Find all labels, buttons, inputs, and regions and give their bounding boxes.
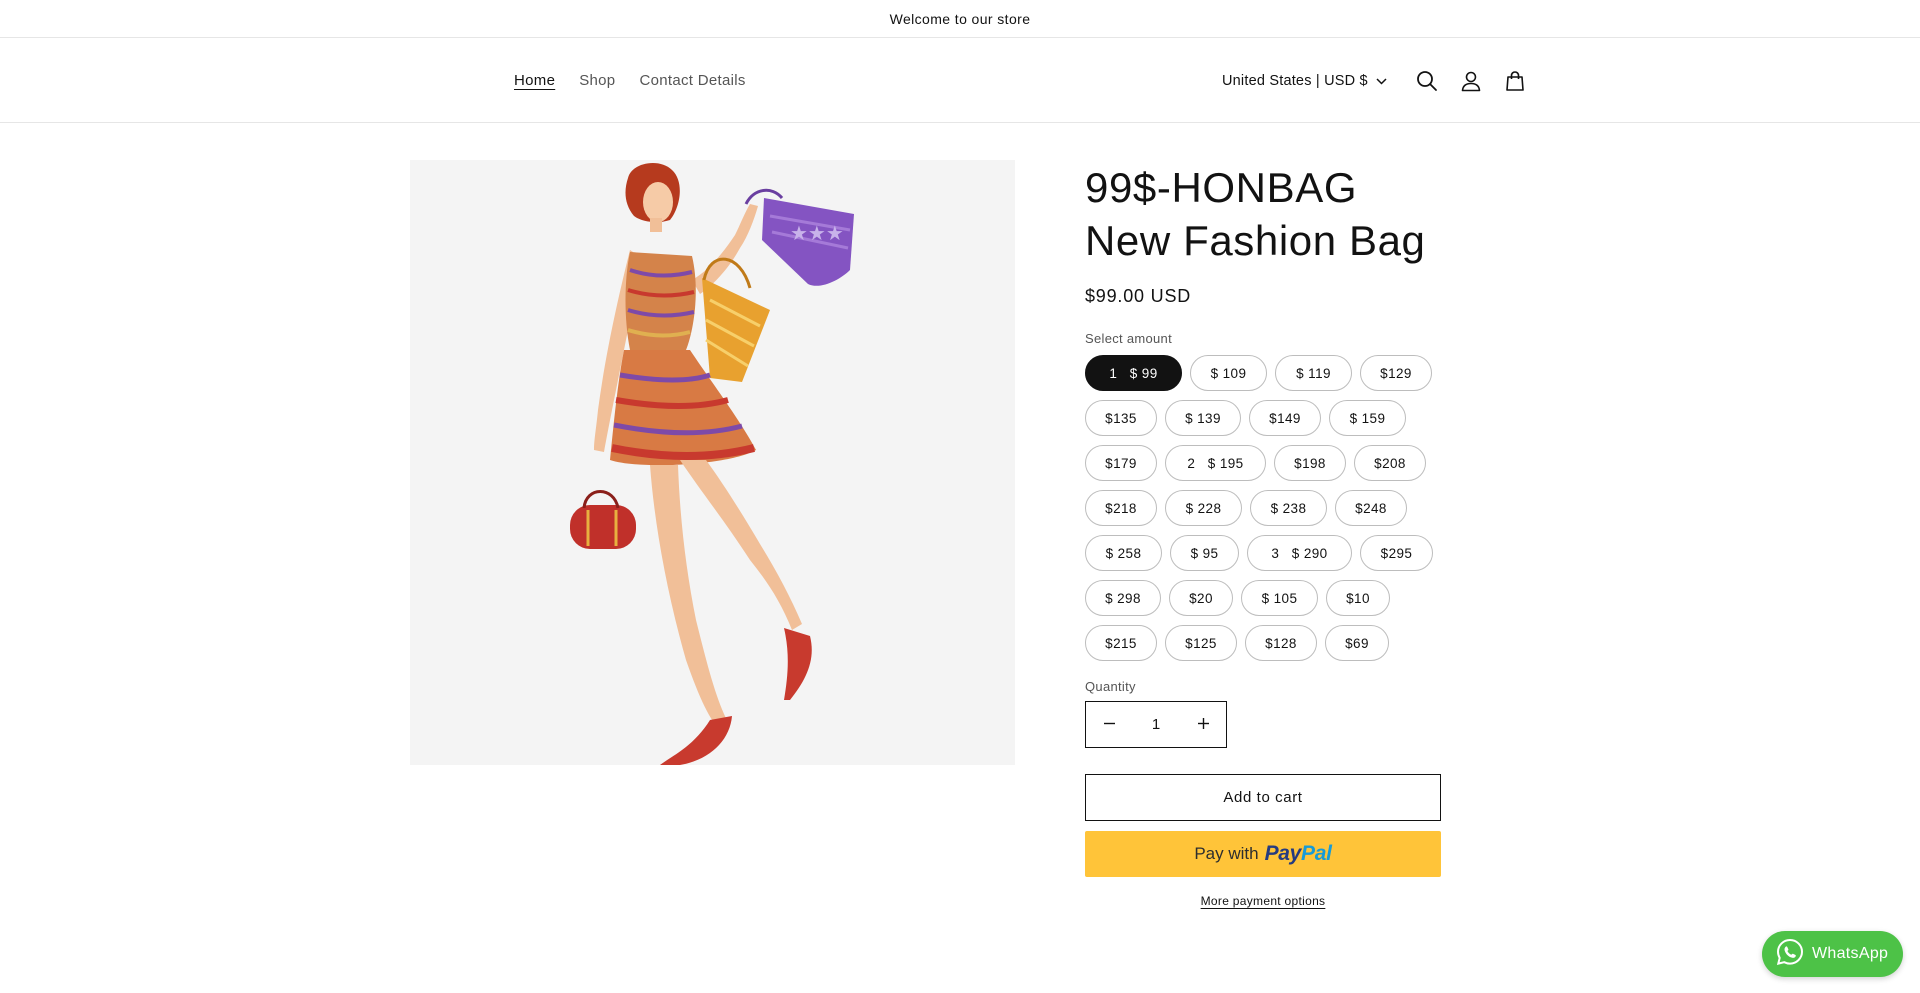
- amount-option[interactable]: $ 105: [1241, 580, 1318, 616]
- amount-option[interactable]: $20: [1169, 580, 1233, 616]
- nav-item-contact-details[interactable]: Contact Details: [639, 72, 745, 89]
- site-header: Home Shop Contact Details United States …: [0, 38, 1920, 123]
- whatsapp-button[interactable]: WhatsApp: [1762, 931, 1903, 977]
- amount-option[interactable]: $ 119: [1275, 355, 1352, 391]
- minus-icon: [1103, 716, 1115, 734]
- product-price: $99.00 USD: [1085, 286, 1192, 306]
- amount-option[interactable]: 2 $ 195: [1165, 445, 1266, 481]
- add-to-cart-button[interactable]: Add to cart: [1085, 774, 1441, 821]
- fashion-woman-with-bags-illustration: ★★★: [570, 163, 854, 765]
- paypal-prefix: Pay with: [1194, 844, 1259, 863]
- quantity-label: Quantity: [1085, 679, 1136, 694]
- amount-option[interactable]: $129: [1360, 355, 1432, 391]
- nav-item-home[interactable]: Home: [514, 72, 555, 89]
- amount-option[interactable]: $218: [1085, 490, 1157, 526]
- amount-option[interactable]: $208: [1354, 445, 1426, 481]
- amount-options: 1 $ 99 $ 109 $ 119 $129 $135 $ 139 $149 …: [1085, 355, 1455, 661]
- product-image[interactable]: ★★★: [410, 160, 1015, 765]
- amount-option[interactable]: $135: [1085, 400, 1157, 436]
- main-nav: Home Shop Contact Details: [514, 38, 746, 123]
- locale-selector[interactable]: United States | USD $: [1222, 73, 1387, 89]
- locale-label: United States | USD $: [1222, 72, 1368, 89]
- account-icon[interactable]: [1449, 59, 1493, 103]
- amount-option[interactable]: $69: [1325, 625, 1389, 661]
- paypal-button[interactable]: Pay with PayPal: [1085, 831, 1441, 877]
- quantity-increase-button[interactable]: [1180, 702, 1226, 747]
- product-info: 99$-HONBAG New Fashion Bag $99.00 USD Se…: [1085, 160, 1441, 908]
- amount-option[interactable]: $ 159: [1329, 400, 1406, 436]
- plus-icon: [1197, 716, 1209, 734]
- amount-option[interactable]: 1 $ 99: [1085, 355, 1182, 391]
- amount-option[interactable]: $ 238: [1250, 490, 1327, 526]
- amount-option[interactable]: $ 139: [1165, 400, 1241, 436]
- quantity-stepper: [1085, 701, 1227, 748]
- amount-option[interactable]: $248: [1335, 490, 1407, 526]
- announcement-bar: Welcome to our store: [0, 0, 1920, 38]
- announcement-text: Welcome to our store: [889, 10, 1031, 27]
- amount-option[interactable]: $ 95: [1170, 535, 1239, 571]
- amount-option[interactable]: $10: [1326, 580, 1390, 616]
- quantity-decrease-button[interactable]: [1086, 702, 1132, 747]
- product-title: 99$-HONBAG New Fashion Bag: [1085, 164, 1426, 264]
- amount-option[interactable]: $179: [1085, 445, 1157, 481]
- amount-option[interactable]: $ 258: [1085, 535, 1162, 571]
- amount-option[interactable]: $ 228: [1165, 490, 1242, 526]
- amount-option[interactable]: $295: [1360, 535, 1433, 571]
- quantity-input[interactable]: [1132, 716, 1180, 733]
- paypal-logo: PayPal: [1264, 842, 1332, 865]
- amount-option[interactable]: $198: [1274, 445, 1346, 481]
- amount-label: Select amount: [1085, 331, 1173, 346]
- whatsapp-label: WhatsApp: [1812, 945, 1889, 962]
- amount-option[interactable]: 3 $ 290: [1247, 535, 1352, 571]
- amount-option[interactable]: $125: [1165, 625, 1237, 661]
- amount-option[interactable]: $ 109: [1190, 355, 1267, 391]
- amount-option[interactable]: $149: [1249, 400, 1321, 436]
- nav-item-shop[interactable]: Shop: [579, 72, 615, 89]
- add-to-cart-label: Add to cart: [1223, 789, 1303, 806]
- amount-option[interactable]: $ 298: [1085, 580, 1161, 616]
- whatsapp-icon: [1776, 938, 1804, 971]
- cart-icon[interactable]: [1493, 59, 1537, 103]
- amount-option[interactable]: $128: [1245, 625, 1317, 661]
- search-icon[interactable]: [1405, 59, 1449, 103]
- chevron-down-icon: [1376, 73, 1387, 89]
- amount-option[interactable]: $215: [1085, 625, 1157, 661]
- header-actions: United States | USD $: [1222, 38, 1537, 123]
- svg-text:★★★: ★★★: [790, 221, 844, 245]
- more-payment-options-link[interactable]: More payment options: [1085, 894, 1441, 908]
